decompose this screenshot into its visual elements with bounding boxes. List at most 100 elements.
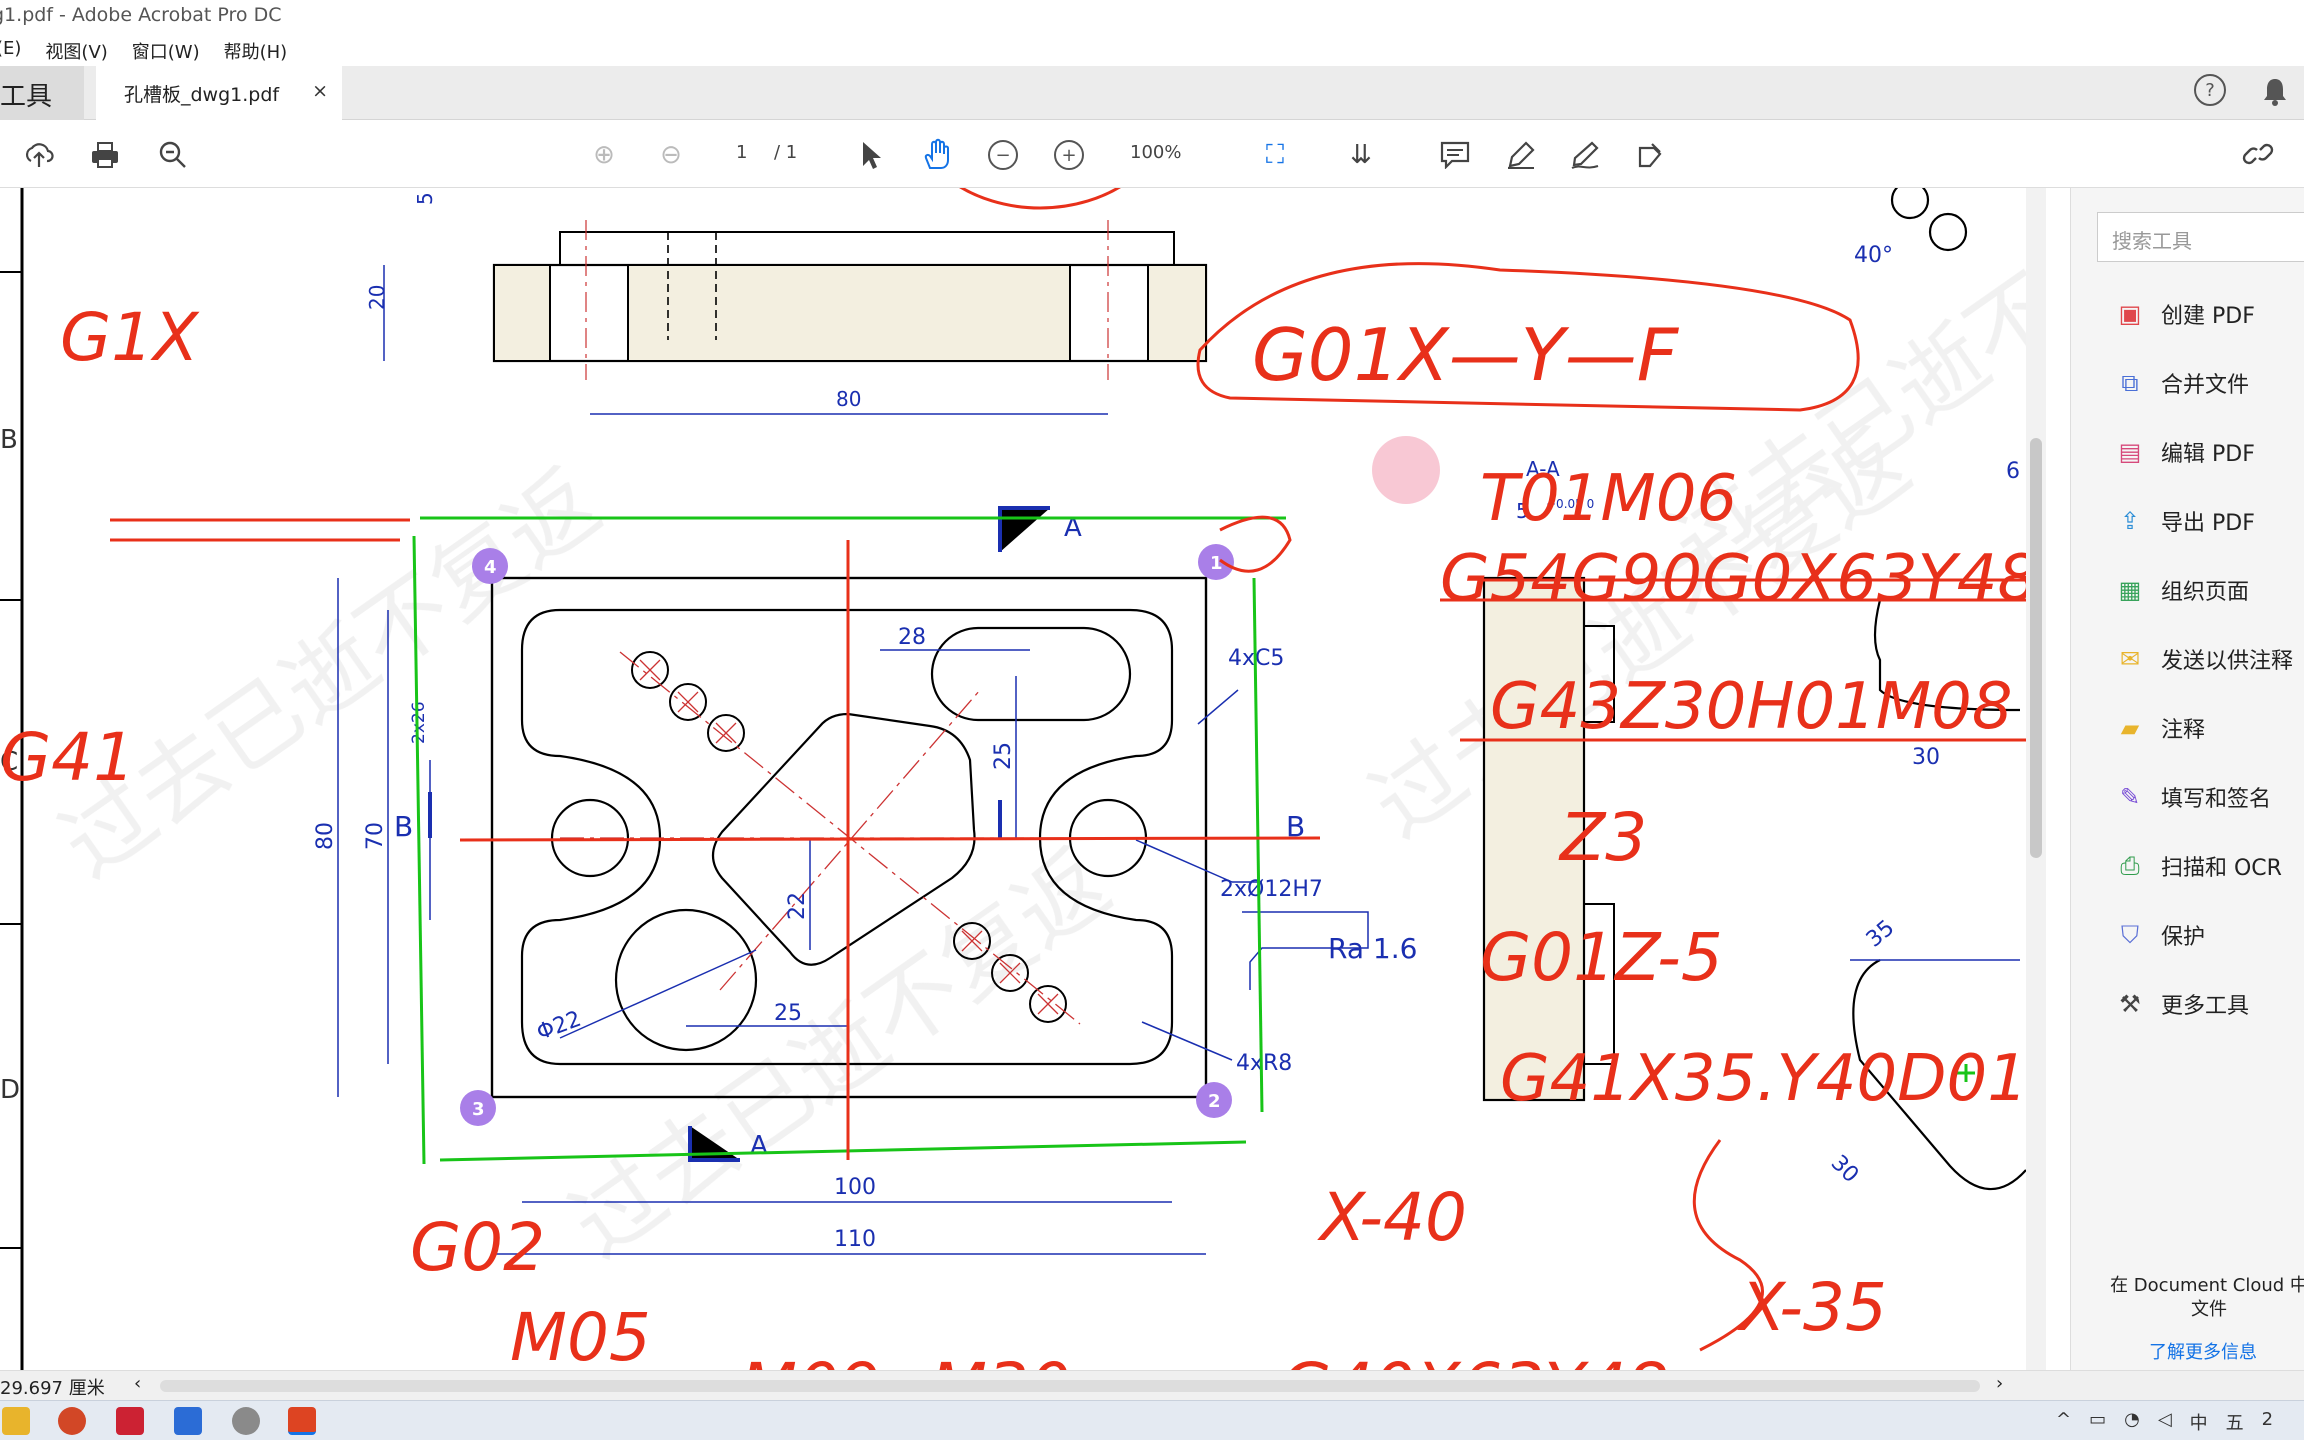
page-number-current[interactable]: 1 [736, 142, 747, 163]
tool-protect[interactable]: ⛉ 保护 [2113, 915, 2205, 955]
fill-sign-tool-icon[interactable] [1632, 136, 1670, 174]
dim-30-corner: 30 [1826, 1151, 1863, 1188]
engineering-drawing: 过去已逝不复返 过去已逝不复返 过去已逝不复返 过去已逝不复返 B C D 80… [0, 0, 2300, 1426]
dim-80-top: 80 [836, 387, 861, 411]
select-cursor-icon[interactable] [852, 136, 890, 174]
zoom-in-icon[interactable]: + [1050, 136, 1088, 174]
scroll-left-icon[interactable]: ‹ [134, 1373, 141, 1394]
clock[interactable]: 2 [2262, 1409, 2273, 1435]
search-icon[interactable] [154, 136, 192, 174]
section-view-top: 80 20 5 [365, 192, 1208, 415]
scroll-mode-icon[interactable]: ⇊ [1342, 136, 1380, 174]
ime-mode-indicator[interactable]: 五 [2226, 1409, 2244, 1435]
scrollbar-thumb[interactable] [2030, 438, 2042, 858]
scroll-right-icon[interactable]: › [1996, 1373, 2003, 1394]
tool-fill-sign[interactable]: ✎ 填写和签名 [2113, 777, 2271, 817]
learn-more-link[interactable]: 了解更多信息 [2149, 1338, 2257, 1364]
dim-5: 5 [413, 192, 437, 205]
dim-35: 35 [1862, 915, 1900, 952]
bell-icon[interactable] [2260, 74, 2290, 108]
dim-25-horizontal: 25 [774, 1001, 802, 1026]
prev-page-icon[interactable]: ⊕ [585, 136, 623, 174]
tool-label: 导出 PDF [2161, 511, 2255, 536]
menu-edit[interactable]: (E) [0, 38, 21, 66]
share-link-icon[interactable] [2240, 136, 2278, 174]
tool-scan-ocr[interactable]: ⎙ 扫描和 OCR [2113, 846, 2282, 886]
hw-note: X-35 [1737, 1269, 1887, 1346]
tool-send-for-comment[interactable]: ✉ 发送以供注释 [2113, 639, 2293, 679]
hw-note: G43Z30H01M08 [1490, 670, 2013, 744]
title-bar: g1.pdf - Adobe Acrobat Pro DC [0, 0, 2304, 32]
sheet-row-letter: B [0, 425, 18, 455]
horizontal-scrollbar[interactable] [160, 1380, 1980, 1392]
fit-page-icon[interactable]: ⛶ [1256, 136, 1294, 174]
acrobat-taskbar-icon[interactable] [288, 1407, 316, 1435]
close-tab-icon[interactable]: × [312, 80, 328, 102]
ime-indicator[interactable]: 中 [2190, 1409, 2208, 1435]
chevron-up-icon[interactable]: ^ [2056, 1409, 2071, 1435]
tool-edit-pdf[interactable]: ▤ 编辑 PDF [2113, 432, 2255, 472]
dim-25-vertical: 25 [991, 742, 1016, 770]
highlight-pen-icon[interactable] [1502, 136, 1540, 174]
angle-40: 40° [1854, 243, 1893, 268]
hw-note: G54G90G0X63Y48M03 [1440, 542, 2026, 616]
tool-organize-pages[interactable]: ▦ 组织页面 [2113, 570, 2249, 610]
nx-icon[interactable] [116, 1407, 144, 1435]
tool-combine-files[interactable]: ⧉ 合并文件 [2113, 363, 2249, 403]
comment-icon: ▰ [2120, 714, 2140, 742]
menu-help[interactable]: 帮助(H) [224, 38, 288, 66]
hw-note: Z3 [1558, 799, 1647, 876]
print-icon[interactable] [86, 136, 124, 174]
menu-window[interactable]: 窗口(W) [132, 38, 200, 66]
dim-28: 28 [898, 625, 926, 650]
wifi-icon[interactable]: ◔ [2124, 1409, 2140, 1435]
tab-document[interactable]: 孔槽板_dwg1.pdf × [96, 66, 342, 120]
vertical-scrollbar[interactable] [2026, 188, 2046, 1370]
tool-label: 发送以供注释 [2161, 649, 2294, 674]
marker-3: 3 [472, 1099, 485, 1120]
send-comment-icon: ✉ [2119, 645, 2141, 673]
tab-tools[interactable]: 工具 [0, 66, 84, 120]
combine-files-icon: ⧉ [2121, 369, 2139, 397]
status-bar: 29.697 厘米 ‹ › [0, 1370, 2304, 1400]
marker-4: 4 [484, 557, 497, 578]
fill-sign-icon: ✎ [2119, 783, 2141, 811]
page-number-total: / 1 [774, 142, 798, 163]
settings-app-icon[interactable] [232, 1407, 260, 1435]
tool-export-pdf[interactable]: ⇪ 导出 PDF [2113, 501, 2255, 541]
menu-view[interactable]: 视图(V) [45, 38, 107, 66]
help-icon[interactable]: ? [2194, 74, 2226, 106]
comment-tool-icon[interactable] [1436, 136, 1474, 174]
hand-tool-icon[interactable] [918, 136, 956, 174]
sheet-row-letter: D [0, 1075, 20, 1105]
tool-create-pdf[interactable]: ▣ 创建 PDF [2113, 294, 2255, 334]
handwritten-annotations [110, 0, 2300, 1352]
powerpoint-icon[interactable] [58, 1407, 86, 1435]
tool-comment[interactable]: ▰ 注释 [2113, 708, 2205, 748]
tool-label: 扫描和 OCR [2161, 856, 2282, 881]
tool-label: 编辑 PDF [2161, 442, 2255, 467]
tray-icons: ^ ▭ ◔ ◁ 中 五 2 [2056, 1409, 2273, 1435]
tools-panel: 搜索工具 ▣ 创建 PDF ⧉ 合并文件 ▤ 编辑 PDF ⇪ 导出 PDF ▦ 组织页面… [2070, 188, 2304, 1370]
next-page-icon[interactable]: ⊖ [652, 136, 690, 174]
zoom-level[interactable]: 100% [1130, 142, 1181, 163]
hw-note: M09 [740, 1349, 881, 1370]
draw-tool-icon[interactable] [1566, 136, 1604, 174]
watermark-text: 过去已逝不复返 [552, 831, 1128, 1278]
battery-icon[interactable]: ▭ [2089, 1409, 2106, 1435]
hw-note: G02 [410, 1209, 545, 1286]
tool-more-tools[interactable]: ⚒ 更多工具 [2113, 984, 2249, 1024]
document-viewport[interactable]: 过去已逝不复返 过去已逝不复返 过去已逝不复返 过去已逝不复返 B C D 80… [0, 0, 2300, 1426]
file-explorer-icon[interactable] [2, 1407, 30, 1435]
tool-label: 创建 PDF [2161, 304, 2255, 329]
search-tools-input[interactable]: 搜索工具 [2097, 212, 2304, 262]
dim-20: 20 [365, 285, 389, 310]
tool-label: 组织页面 [2161, 580, 2250, 605]
photos-icon[interactable] [174, 1407, 202, 1435]
volume-icon[interactable]: ◁ [2158, 1409, 2172, 1435]
tool-label: 合并文件 [2161, 373, 2250, 398]
section-a-bottom: A [750, 1131, 768, 1161]
zoom-out-icon[interactable]: − [984, 136, 1022, 174]
dim-22: 22 [785, 892, 810, 920]
upload-icon[interactable] [20, 136, 58, 174]
